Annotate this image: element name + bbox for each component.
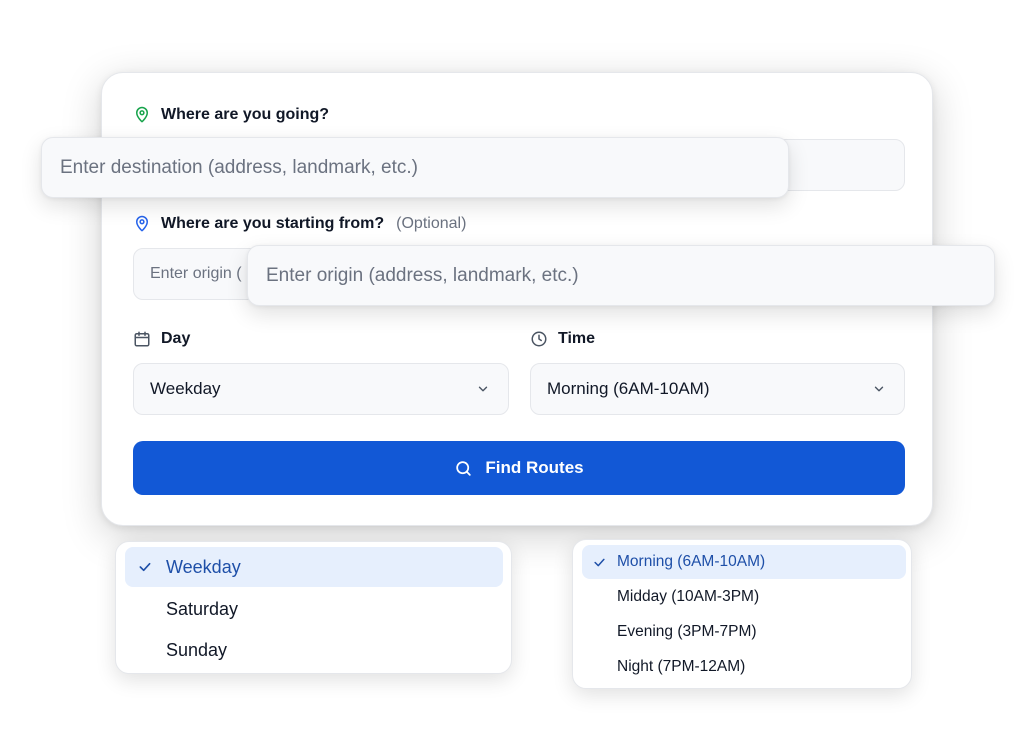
day-option-label: Weekday — [166, 556, 241, 577]
search-icon — [454, 459, 473, 478]
day-select[interactable]: Weekday — [133, 363, 509, 415]
origin-label: Where are you starting from? (Optional) — [133, 215, 466, 233]
time-dropdown-menu: Morning (6AM-10AM) Midday (10AM-3PM) Eve… — [572, 539, 912, 689]
time-select[interactable]: Morning (6AM-10AM) — [530, 363, 905, 415]
time-option-midday[interactable]: Midday (10AM-3PM) — [582, 580, 906, 614]
check-icon — [137, 559, 157, 575]
day-option-label: Sunday — [166, 639, 228, 660]
map-pin-icon — [133, 215, 151, 233]
find-routes-button[interactable]: Find Routes — [133, 441, 905, 495]
destination-input-zoomed[interactable]: Enter destination (address, landmark, et… — [41, 137, 789, 198]
destination-label-text: Where are you going? — [161, 106, 330, 123]
clock-icon — [530, 330, 548, 348]
time-option-evening[interactable]: Evening (3PM-7PM) — [582, 615, 906, 649]
day-option-weekday[interactable]: Weekday — [125, 547, 503, 587]
origin-input-zoomed[interactable]: Enter origin (address, landmark, etc.) — [247, 245, 995, 306]
find-routes-label: Find Routes — [485, 458, 584, 477]
day-option-sunday[interactable]: Sunday — [125, 630, 503, 670]
time-option-label: Midday (10AM-3PM) — [617, 588, 760, 605]
day-option-saturday[interactable]: Saturday — [125, 589, 503, 629]
map-pin-icon — [133, 106, 151, 124]
destination-label: Where are you going? — [133, 106, 329, 124]
chevron-down-icon — [476, 382, 490, 396]
origin-label-text: Where are you starting from? — [161, 215, 385, 232]
time-option-morning[interactable]: Morning (6AM-10AM) — [582, 545, 906, 579]
time-option-label: Night (7PM-12AM) — [617, 658, 746, 675]
calendar-icon — [133, 330, 151, 348]
check-icon — [592, 555, 612, 570]
chevron-down-icon — [872, 382, 886, 396]
day-dropdown-menu: Weekday Saturday Sunday — [115, 541, 512, 674]
day-label: Day — [133, 330, 190, 348]
time-option-label: Evening (3PM-7PM) — [617, 623, 757, 640]
time-select-value: Morning (6AM-10AM) — [547, 379, 710, 398]
day-option-label: Saturday — [166, 598, 239, 619]
origin-input-placeholder: Enter origin ( — [150, 265, 242, 282]
time-label-text: Time — [558, 330, 596, 347]
time-option-night[interactable]: Night (7PM-12AM) — [582, 650, 906, 684]
origin-placeholder: Enter origin (address, landmark, etc.) — [266, 264, 579, 286]
optional-hint: (Optional) — [396, 215, 467, 232]
day-select-value: Weekday — [150, 379, 221, 398]
destination-placeholder: Enter destination (address, landmark, et… — [60, 156, 419, 178]
time-label: Time — [530, 330, 595, 348]
day-label-text: Day — [161, 330, 191, 347]
time-option-label: Morning (6AM-10AM) — [617, 553, 766, 570]
